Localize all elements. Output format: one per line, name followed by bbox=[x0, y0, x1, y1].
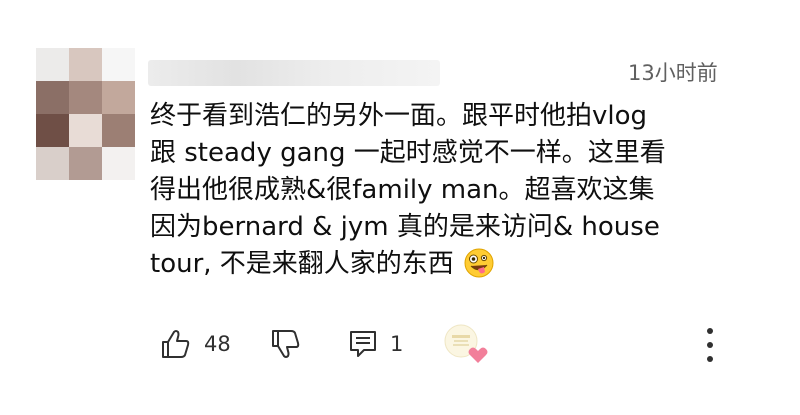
comment-thread: 13小时前 终于看到浩仁的另外一面。跟平时他拍vlog 跟 steady gan… bbox=[0, 0, 800, 415]
thumbs-up-icon[interactable] bbox=[158, 327, 192, 361]
reply-comment-icon[interactable] bbox=[346, 327, 380, 361]
like-count: 48 bbox=[204, 332, 231, 356]
zany-face-emoji bbox=[464, 248, 494, 278]
avatar[interactable] bbox=[36, 48, 135, 180]
comment-text: 终于看到浩仁的另外一面。跟平时他拍vlog 跟 steady gang 一起时感… bbox=[150, 98, 760, 283]
comment-line: 得出他很成熟&很family man。超喜欢这集 bbox=[150, 175, 655, 205]
username-blurred[interactable] bbox=[148, 60, 440, 86]
more-vertical-icon[interactable] bbox=[698, 325, 722, 365]
reply-count: 1 bbox=[390, 332, 404, 356]
comment-actions: 48 1 bbox=[158, 324, 758, 365]
timestamp[interactable]: 13小时前 bbox=[628, 57, 718, 87]
comment-line: tour, 不是来翻人家的东西 bbox=[150, 249, 454, 279]
comment-line: 跟 steady gang 一起时感觉不一样。这里看 bbox=[150, 138, 666, 168]
comment-line: 因为bernard & jym 真的是来访问& house bbox=[150, 212, 660, 242]
comment-line: 终于看到浩仁的另外一面。跟平时他拍vlog bbox=[150, 101, 648, 131]
thumbs-down-icon[interactable] bbox=[268, 327, 302, 361]
comment-line-last: tour, 不是来翻人家的东西 bbox=[150, 246, 760, 283]
creator-heart-icon bbox=[444, 324, 488, 363]
